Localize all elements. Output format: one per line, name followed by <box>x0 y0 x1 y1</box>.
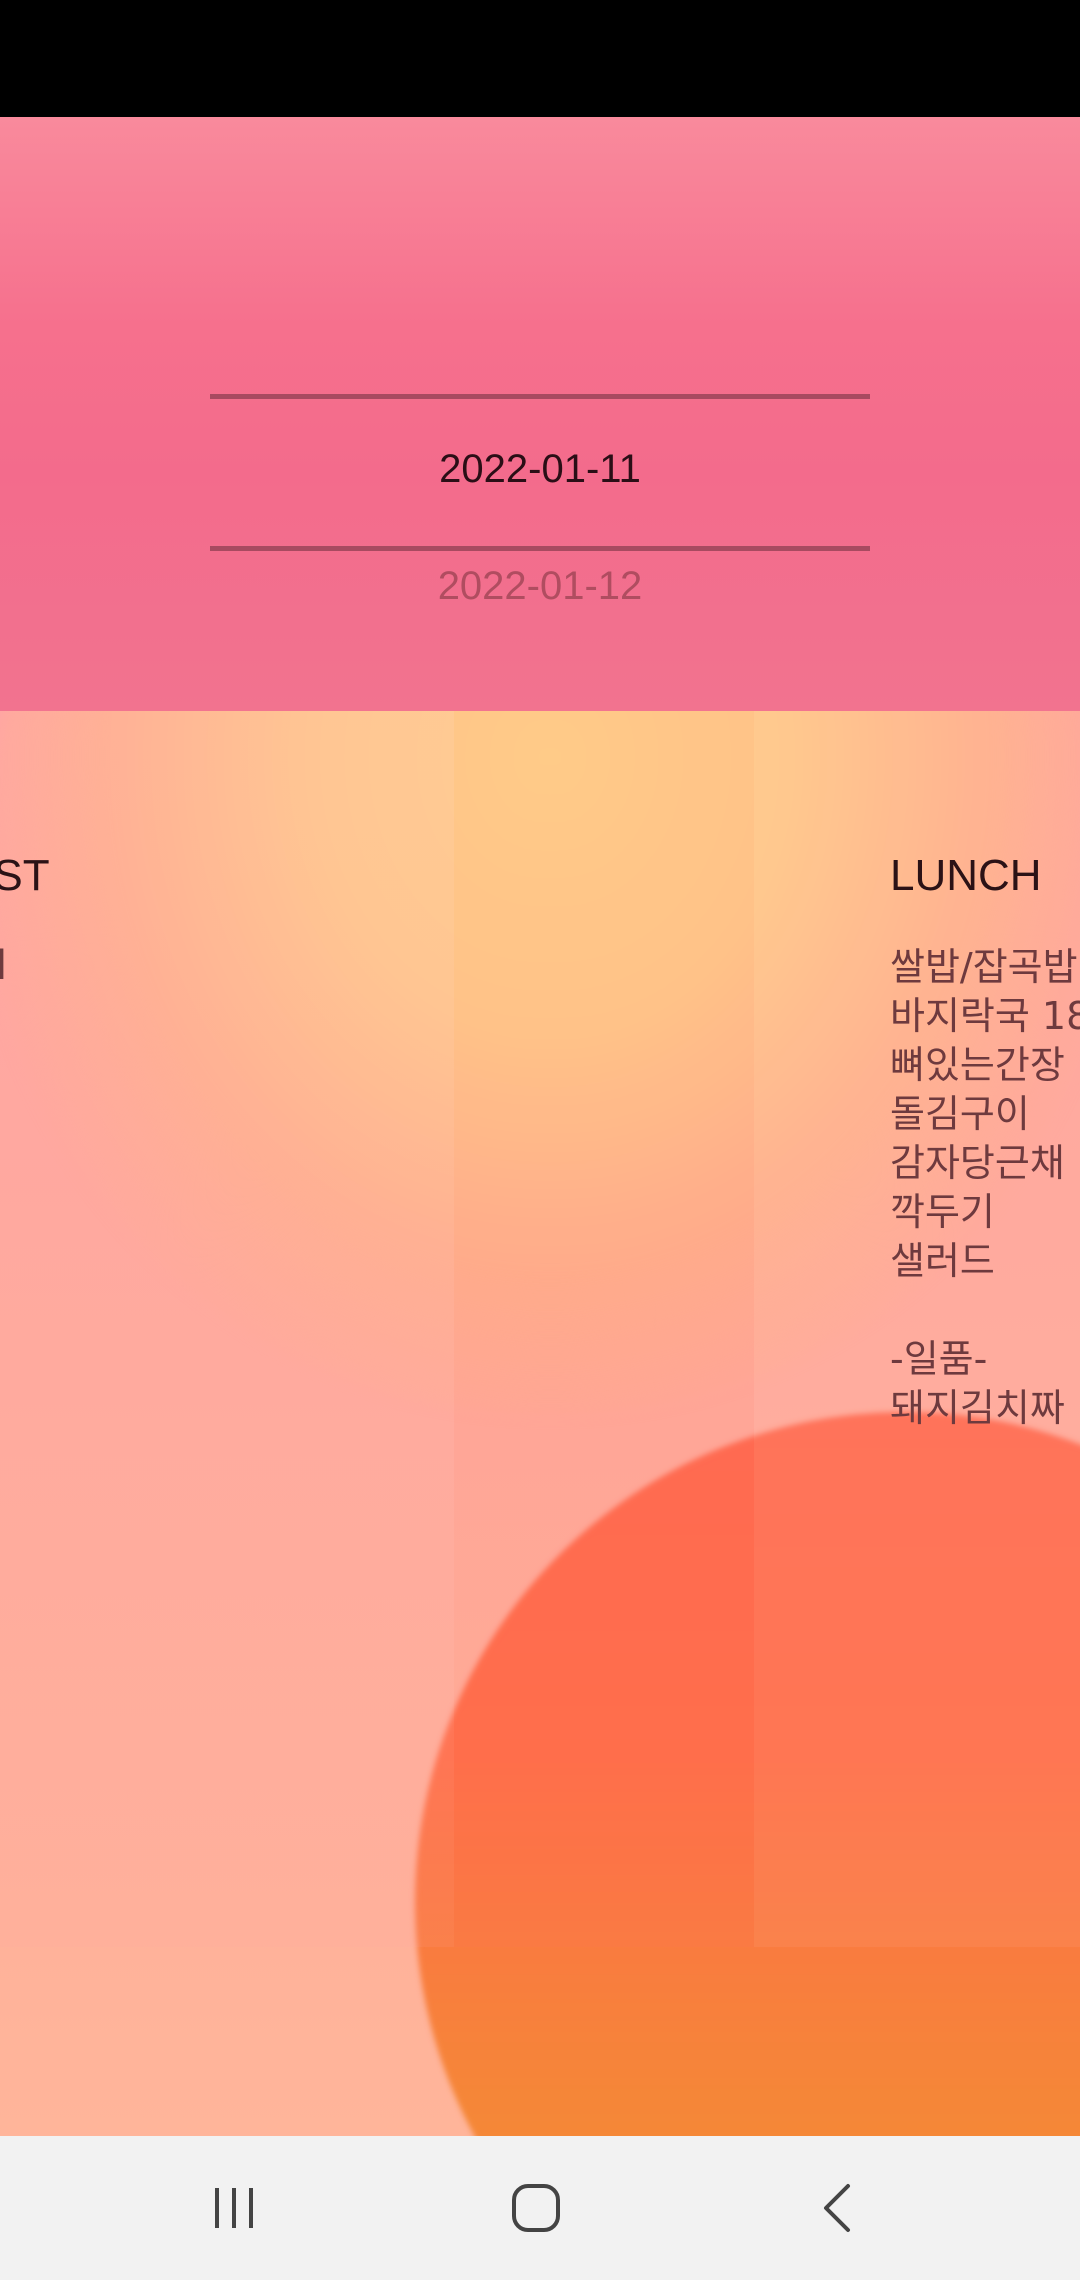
menu-item: 감자당근채 <box>890 1141 1065 1185</box>
meal-card-breakfast[interactable] <box>0 711 454 1947</box>
recents-button[interactable] <box>154 2136 314 2280</box>
breakfast-title: AST <box>0 851 50 900</box>
meal-pager[interactable]: AST l LUNCH 쌀밥/잡곡밥 바지락국 18 뼈있는간장 돌김구이 감자… <box>0 711 1080 1947</box>
menu-item-special-heading: -일품- <box>890 1337 988 1381</box>
home-button[interactable] <box>456 2136 616 2280</box>
lunch-menu-list: 쌀밥/잡곡밥 바지락국 18 뼈있는간장 돌김구이 감자당근채 깍두기 샐러드 … <box>890 943 1080 1433</box>
back-icon <box>824 2184 850 2232</box>
navigation-bar <box>0 2136 1080 2280</box>
back-button[interactable] <box>758 2136 918 2280</box>
next-date-option[interactable]: 2022-01-12 <box>0 564 1080 609</box>
menu-item: 바지락국 18 <box>890 994 1080 1038</box>
meal-card-gap <box>454 711 754 1947</box>
menu-item: 돌김구이 <box>890 1092 1030 1136</box>
lunch-title: LUNCH <box>890 851 1042 900</box>
home-icon <box>512 2184 560 2232</box>
recents-icon <box>215 2188 253 2228</box>
menu-item: 뼈있는간장 <box>890 1043 1065 1087</box>
meal-app: 2022-01-11 2022-01-12 AST l LUNCH 쌀밥/잡곡밥… <box>0 117 1080 2136</box>
menu-item: 샐러드 <box>890 1239 995 1283</box>
menu-spacer <box>890 1286 1080 1335</box>
date-picker[interactable]: 2022-01-11 2022-01-12 <box>0 117 1080 711</box>
selected-date[interactable]: 2022-01-11 <box>0 447 1080 492</box>
picker-selection-line-top <box>210 394 870 399</box>
menu-item: 쌀밥/잡곡밥 <box>890 945 1078 989</box>
picker-selection-line-bottom <box>210 546 870 551</box>
status-bar <box>0 0 1080 117</box>
menu-item: 돼지김치짜 <box>890 1386 1065 1430</box>
breakfast-menu-fragment: l <box>0 943 8 989</box>
menu-item: 깍두기 <box>890 1190 995 1234</box>
